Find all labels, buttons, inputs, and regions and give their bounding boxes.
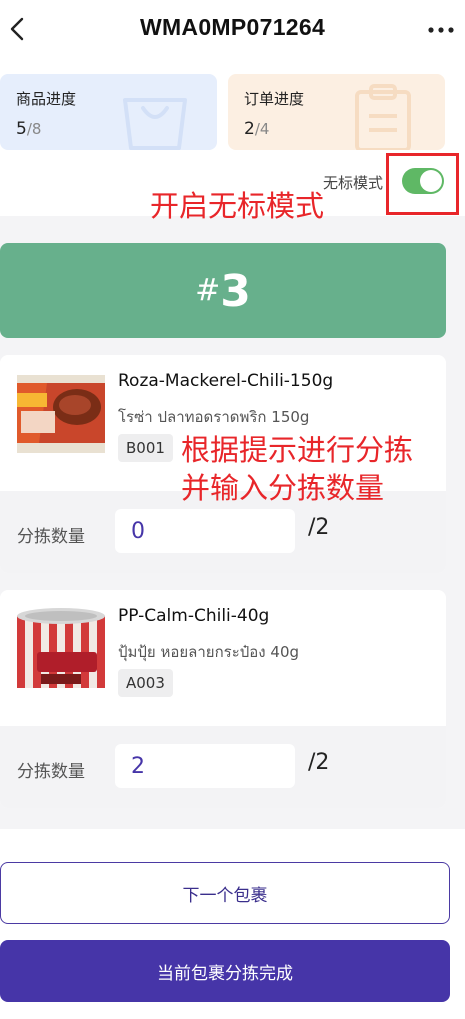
product-card: PP-Calm-Chili-40g ปุ้มปุ้ย หอยลายกระป๋อง… [0, 590, 446, 808]
annotation-enable-mode: 开启无标模式 [150, 189, 325, 223]
bottom-action-bar: 下一个包裹 当前包裹分拣完成 [0, 829, 465, 1019]
shopping-bag-icon [123, 98, 187, 150]
product-local-name: ปุ้มปุ้ย หอยลายกระป๋อง 40g [118, 643, 300, 661]
orders-progress-total: /4 [254, 120, 270, 138]
orders-progress-card: 订单进度 2/4 [228, 74, 445, 150]
pick-quantity-total: /2 [308, 750, 330, 775]
goods-progress-card: 商品进度 5/8 [0, 74, 217, 150]
product-image [17, 608, 105, 688]
pick-quantity-label: 分拣数量 [17, 527, 85, 547]
product-local-name: โรซ่า ปลาทอดราดพริก 150g [118, 408, 310, 426]
product-image [17, 375, 105, 453]
package-complete-button[interactable]: 当前包裹分拣完成 [0, 940, 450, 1002]
pick-quantity-label: 分拣数量 [17, 762, 85, 782]
goods-progress-label: 商品进度 [16, 90, 77, 108]
location-badge: A003 [118, 669, 173, 697]
annotation-sort-hint-line2: 并输入分拣数量 [181, 471, 385, 505]
location-badge: B001 [118, 434, 173, 462]
pick-quantity-total: /2 [308, 515, 330, 540]
unlabeled-mode-label: 无标模式 [322, 174, 383, 192]
annotation-highlight-box [386, 153, 459, 215]
product-name: Roza-Mackerel-Chili-150g [118, 371, 334, 391]
next-package-button[interactable]: 下一个包裹 [0, 862, 450, 924]
pick-quantity-row: 分拣数量 /2 [0, 726, 446, 808]
orders-progress-value: 2/4 [244, 119, 269, 139]
orders-progress-done: 2 [244, 119, 255, 139]
pick-quantity-input[interactable] [115, 744, 295, 788]
annotation-sort-hint-line1: 根据提示进行分拣 [181, 433, 414, 467]
goods-progress-total: /8 [26, 120, 42, 138]
product-name: PP-Calm-Chili-40g [118, 606, 270, 626]
clipboard-icon [355, 84, 411, 150]
goods-progress-done: 5 [16, 119, 27, 139]
package-hash: # [195, 273, 221, 308]
more-horizontal-icon[interactable] [427, 26, 455, 34]
app-header: WMA0MP071264 [0, 0, 465, 60]
pick-quantity-input[interactable] [115, 509, 295, 553]
package-number-banner: #3 [0, 243, 446, 338]
orders-progress-label: 订单进度 [244, 90, 305, 108]
page-title: WMA0MP071264 [139, 14, 326, 40]
package-number: 3 [220, 266, 251, 317]
goods-progress-value: 5/8 [16, 119, 41, 139]
